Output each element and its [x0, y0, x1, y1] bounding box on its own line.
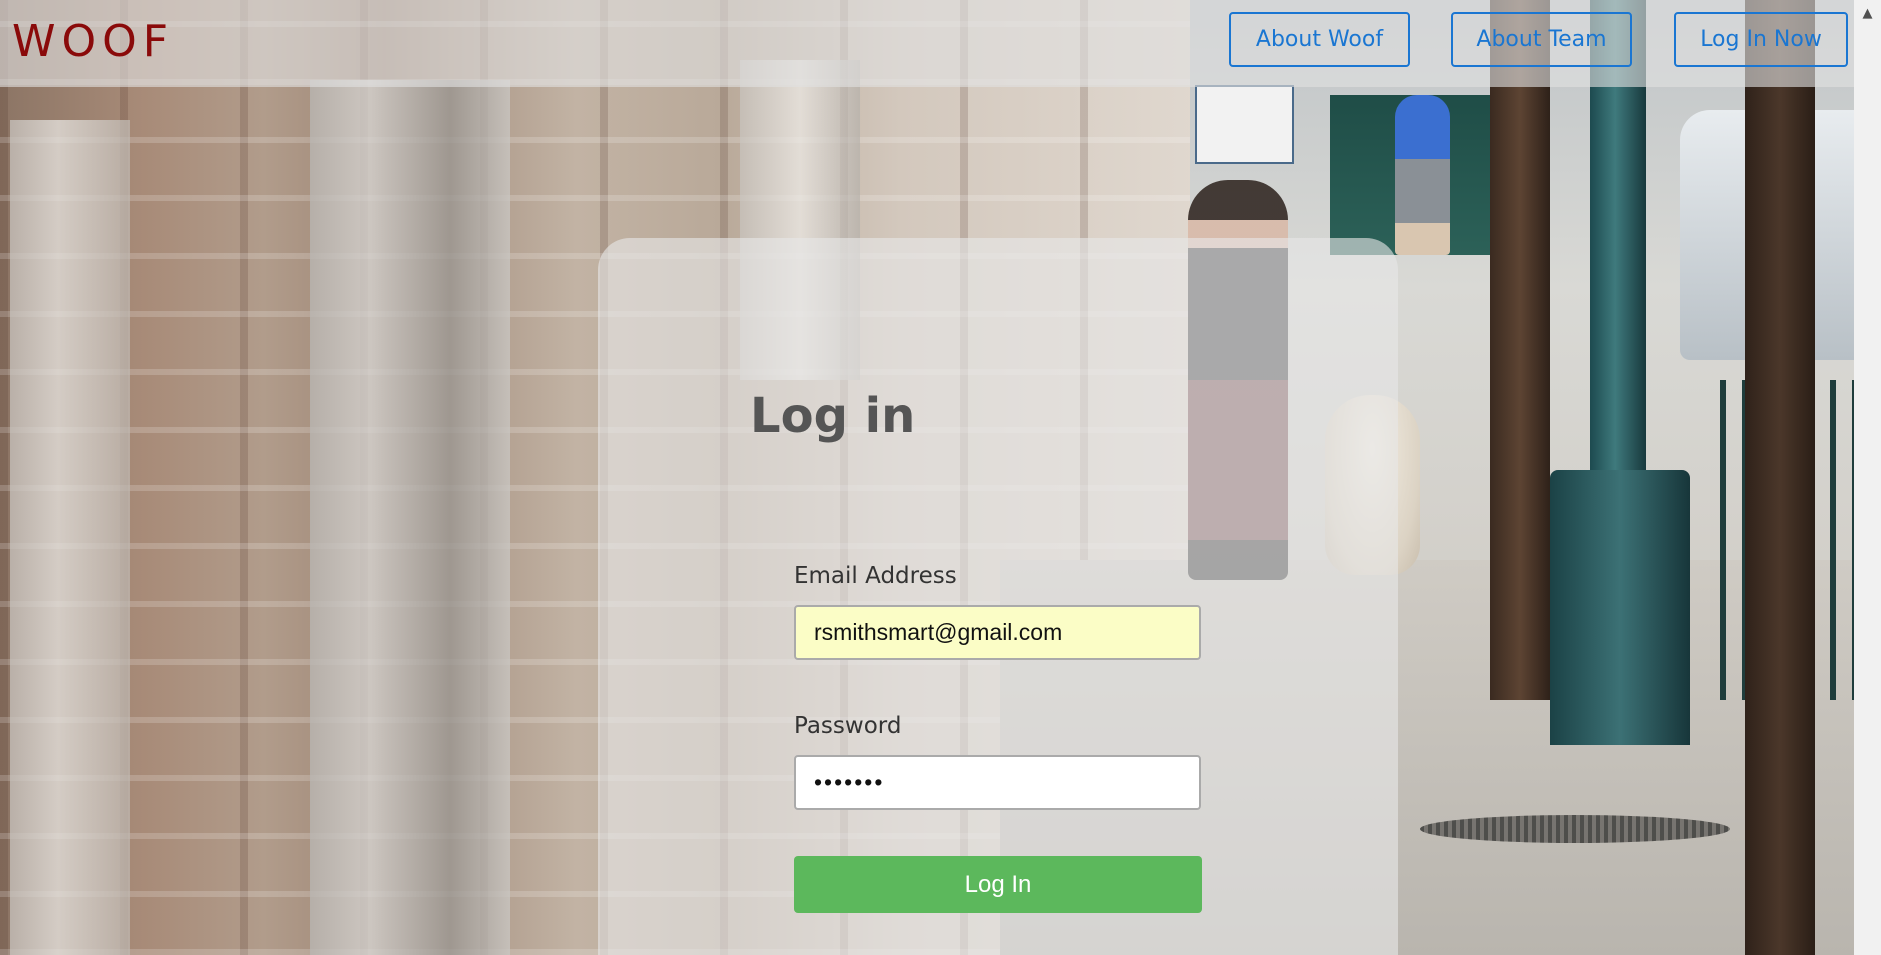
building-window [310, 80, 510, 955]
log-in-submit-button[interactable]: Log In [794, 856, 1202, 913]
pedestrian [1395, 95, 1450, 255]
login-title: Log in [750, 388, 916, 444]
password-field[interactable] [794, 755, 1201, 810]
page-scrollbar[interactable]: ▲ [1854, 0, 1881, 955]
email-field[interactable] [794, 605, 1201, 660]
building-window [10, 120, 130, 955]
log-in-now-button[interactable]: Log In Now [1674, 12, 1848, 67]
about-woof-button[interactable]: About Woof [1229, 12, 1410, 67]
page: WOOF About Woof About Team Log In Now Lo… [0, 0, 1881, 955]
drain-grate [1420, 815, 1730, 843]
brand-logo[interactable]: WOOF [12, 14, 174, 70]
about-team-button[interactable]: About Team [1451, 12, 1632, 67]
tree-trunk [1745, 0, 1815, 955]
scroll-up-arrow-icon[interactable]: ▲ [1854, 0, 1881, 27]
lamp-pole-base [1550, 470, 1690, 745]
street-banner [1195, 85, 1294, 164]
password-label: Password [794, 713, 902, 739]
login-panel [598, 238, 1398, 955]
top-navbar: WOOF About Woof About Team Log In Now [0, 0, 1854, 87]
email-label: Email Address [794, 563, 957, 589]
tree-trunk [1490, 0, 1550, 700]
